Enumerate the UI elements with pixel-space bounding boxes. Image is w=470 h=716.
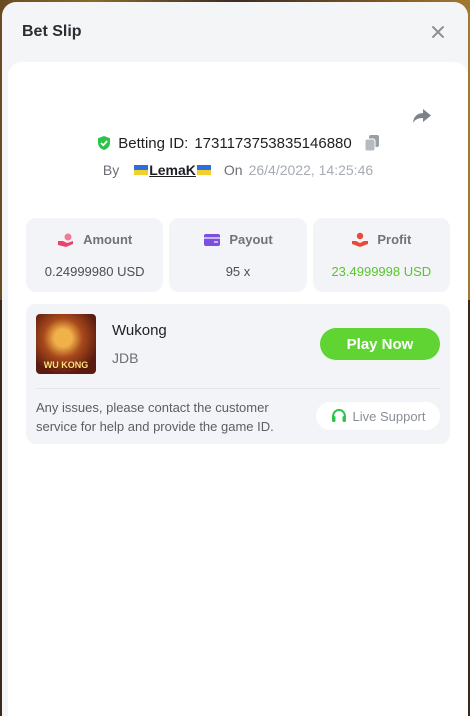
bet-datetime: 26/4/2022, 14:25:46 xyxy=(248,162,374,178)
game-thumbnail[interactable]: WU KONG xyxy=(36,314,96,374)
username-link[interactable]: LemaK xyxy=(133,162,212,178)
copy-icon[interactable] xyxy=(364,134,380,152)
ukraine-flag-icon xyxy=(196,165,211,175)
close-icon[interactable] xyxy=(428,22,448,42)
game-provider: JDB xyxy=(112,350,139,366)
stat-value: 0.24999980 USD xyxy=(44,263,145,279)
card-icon xyxy=(204,233,221,246)
bettor-row: By LemaK On 26/4/2022, 14:25:46 xyxy=(8,162,468,178)
divider xyxy=(36,388,440,389)
play-now-button[interactable]: Play Now xyxy=(320,328,440,360)
bet-slip-modal: Bet Slip Betting ID: 1731173753835146880… xyxy=(2,2,468,716)
bet-stats: Amount 0.24999980 USD Payout 95 x Profit… xyxy=(26,218,450,292)
betting-id-row: Betting ID: 1731173753835146880 xyxy=(8,134,468,152)
bet-details-card: Betting ID: 1731173753835146880 By LemaK… xyxy=(8,62,468,716)
stat-value: 23.4999998 USD xyxy=(331,263,432,279)
game-name: Wukong xyxy=(112,322,167,339)
stat-amount: Amount 0.24999980 USD xyxy=(26,218,164,292)
modal-header: Bet Slip xyxy=(2,2,468,62)
by-label: By xyxy=(102,162,120,178)
stat-value: 95 x xyxy=(225,263,251,279)
profit-hand-icon xyxy=(352,232,369,247)
game-thumbnail-logo: WU KONG xyxy=(43,360,89,370)
game-info-box: WU KONG Wukong JDB Play Now Any issues, … xyxy=(26,304,450,444)
money-hand-icon xyxy=(58,233,74,247)
on-label: On xyxy=(223,162,243,178)
support-message: Any issues, please contact the customer … xyxy=(36,400,274,434)
stat-payout: Payout 95 x xyxy=(169,218,307,292)
verified-shield-icon xyxy=(98,136,111,150)
stat-label: Amount xyxy=(83,232,133,247)
stat-label: Payout xyxy=(229,232,273,247)
live-support-button[interactable]: Live Support xyxy=(316,402,440,430)
username: LemaK xyxy=(149,162,196,178)
betting-id-label: Betting ID: xyxy=(118,134,189,152)
stat-label: Profit xyxy=(377,232,412,247)
stat-profit: Profit 23.4999998 USD xyxy=(312,218,450,292)
ukraine-flag-icon xyxy=(134,165,149,175)
live-support-label: Live Support xyxy=(352,408,426,424)
betting-id-value: 1731173753835146880 xyxy=(194,134,352,152)
modal-title: Bet Slip xyxy=(22,23,82,40)
share-icon[interactable] xyxy=(410,104,434,128)
headset-icon xyxy=(331,408,346,422)
